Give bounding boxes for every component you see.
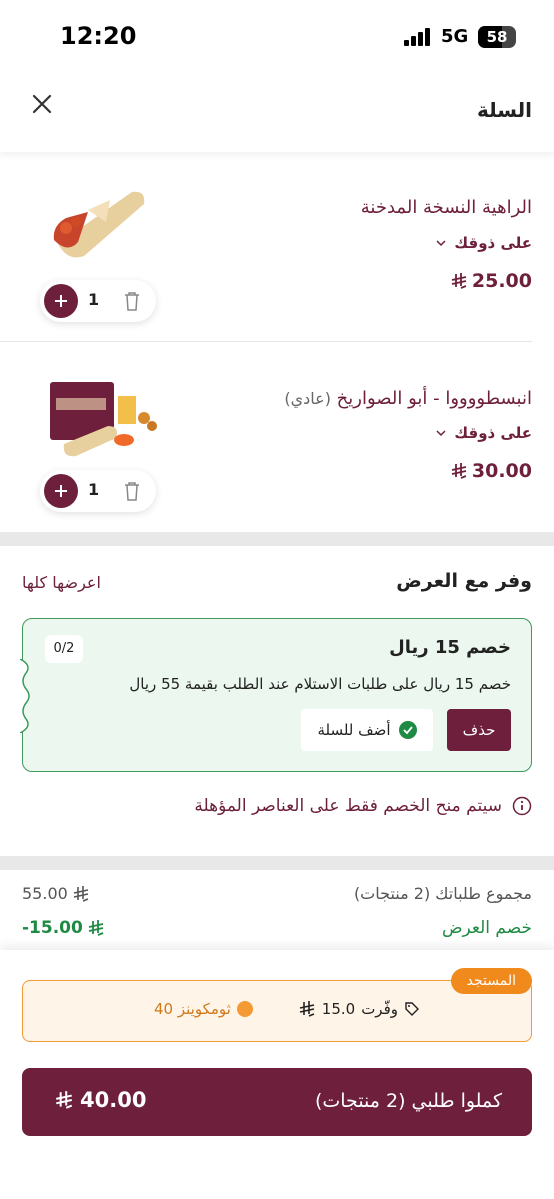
coins-label: 40 ثومكوينز <box>154 1000 231 1018</box>
plus-icon <box>55 485 67 497</box>
item-price-value: 30.00 <box>471 460 532 482</box>
savings-label: وفّرت <box>361 1000 398 1018</box>
status-time: 12:20 <box>60 22 137 50</box>
riyal-icon <box>88 920 104 936</box>
section-separator <box>0 532 554 546</box>
discount-label: خصم العرض <box>441 918 532 938</box>
offer-description: خصم 15 ريال على طلبات الاستلام عند الطلب… <box>129 675 511 693</box>
product-image <box>50 382 157 457</box>
checkout-total: 40.00 <box>54 1088 146 1112</box>
battery-icon: 58 <box>478 26 516 48</box>
signal-icon <box>404 28 434 46</box>
status-badge: المستجد <box>450 968 532 994</box>
riyal-icon <box>451 273 467 289</box>
item-option-dropdown[interactable]: على ذوقك <box>436 424 532 442</box>
ticket-notch-icon <box>20 659 30 733</box>
network-label: 5G <box>441 26 469 47</box>
check-icon <box>398 721 417 739</box>
checkout-total-amount: 40.00 <box>80 1088 147 1112</box>
add-to-cart-label: أضف للسلة <box>317 721 391 739</box>
item-option-label: على ذوقك <box>454 424 532 442</box>
plus-icon <box>55 295 67 307</box>
item-price-value: 25.00 <box>471 270 532 292</box>
checkout-label: كملوا طلبي (2 منتجات) <box>314 1090 502 1112</box>
quantity-stepper: 1 <box>40 280 156 322</box>
increase-button[interactable] <box>44 284 78 318</box>
savings-value: 15.0 <box>321 1000 356 1018</box>
item-name: انبسطووووا - أبو الصواريخ (عادي) <box>284 388 532 409</box>
status-bar: 12:20 5G 58 <box>0 0 554 72</box>
subtotal-amount: 55.00 <box>22 884 68 903</box>
header: السلة <box>0 72 554 152</box>
discount-amount: -15.00 <box>22 918 83 938</box>
offers-title: وفر مع العرض <box>396 570 532 592</box>
page-title: السلة <box>476 98 532 122</box>
chevron-down-icon <box>436 240 446 247</box>
offer-title: خصم 15 ريال <box>389 637 511 658</box>
info-icon <box>512 796 532 816</box>
item-price: 25.00 <box>450 270 532 292</box>
offer-usage-counter: 0/2 <box>45 635 83 663</box>
checkout-button[interactable]: كملوا طلبي (2 منتجات) 40.00 <box>22 1068 532 1136</box>
item-size-note: (عادي) <box>284 389 331 408</box>
item-option-label: على ذوقك <box>454 234 532 252</box>
checkout-panel: المستجد 15.0 وفّرت 40 ثومكوينز كملوا طلب… <box>0 950 554 1199</box>
delete-offer-button[interactable]: حذف <box>447 709 511 751</box>
item-price: 30.00 <box>450 460 532 482</box>
riyal-icon <box>451 463 467 479</box>
product-image <box>53 191 145 258</box>
offer-card: 0/2 خصم 15 ريال خصم 15 ريال على طلبات ال… <box>20 618 532 772</box>
cart-item: انبسطووووا - أبو الصواريخ (عادي) على ذوق… <box>0 342 554 532</box>
coins-info: 40 ثومكوينز <box>154 1000 253 1018</box>
tag-icon <box>405 1002 419 1016</box>
trash-icon[interactable] <box>122 480 142 502</box>
increase-button[interactable] <box>44 474 78 508</box>
subtotal-value: 55.00 <box>22 884 90 903</box>
subtotal-label: مجموع طلباتك (2 منتجات) <box>353 884 532 903</box>
discount-info-text: سيتم منح الخصم فقط على العناصر المؤهلة <box>194 796 502 816</box>
riyal-icon <box>56 1091 73 1109</box>
coin-icon <box>236 1001 253 1017</box>
riyal-icon <box>73 885 89 902</box>
item-name: الراهية النسخة المدخنة <box>360 197 532 218</box>
trash-icon[interactable] <box>122 290 142 312</box>
item-name-text: انبسطووووا - أبو الصواريخ <box>336 388 532 409</box>
add-to-cart-button[interactable]: أضف للسلة <box>301 709 433 751</box>
cart-item: الراهية النسخة المدخنة على ذوقك 25.00 1 <box>0 152 554 342</box>
quantity-value: 1 <box>88 480 100 499</box>
battery-level: 58 <box>486 28 508 46</box>
quantity-stepper: 1 <box>40 470 156 512</box>
section-separator <box>0 856 554 870</box>
riyal-icon <box>299 1001 315 1017</box>
chevron-down-icon <box>436 430 446 437</box>
close-button[interactable] <box>28 90 56 118</box>
discount-value: -15.00 <box>22 918 105 938</box>
discount-info: سيتم منح الخصم فقط على العناصر المؤهلة <box>194 796 532 816</box>
savings-info: 15.0 وفّرت <box>298 1000 420 1018</box>
quantity-value: 1 <box>88 290 100 309</box>
close-icon <box>32 94 52 114</box>
view-all-offers-link[interactable]: اعرضها كلها <box>22 573 101 592</box>
item-option-dropdown[interactable]: على ذوقك <box>436 234 532 252</box>
